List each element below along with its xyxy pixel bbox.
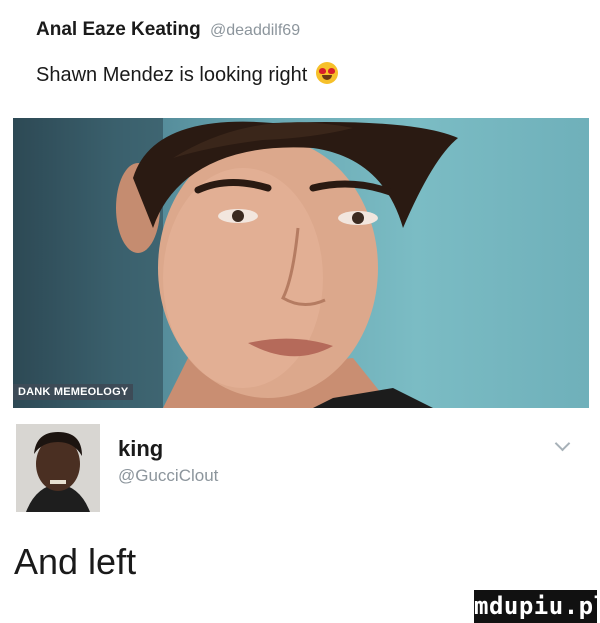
tweet-1: Anal Eaze Keating @deaddilf69 Shawn Mend… [0,0,600,118]
chevron-down-icon[interactable] [554,435,571,452]
tweet-1-photo[interactable]: DANK MEMEOLOGY [13,118,589,408]
tweet-1-author-handle[interactable]: @deaddilf69 [210,22,300,39]
dank-memeology-watermark: DANK MEMEOLOGY [13,384,134,400]
tweet-2-author-name[interactable]: king [118,436,163,462]
avatar[interactable] [16,424,100,512]
tweet-2-author-handle[interactable]: @GucciClout [118,466,218,486]
tweet-1-text-body: Shawn Mendez is looking right [36,64,308,86]
tweet-2-text: And left [14,541,137,582]
portrait-image [13,118,458,408]
tweet-1-text: Shawn Mendez is looking right [36,62,338,87]
heart-eyes-emoji-icon [315,62,338,84]
tweet-2: king @GucciClout And left mdupiu.pl [0,408,600,623]
site-watermark: mdupiu.pl [474,590,600,623]
tweet-1-header: Anal Eaze Keating @deaddilf69 [36,19,300,41]
tweet-1-author-name[interactable]: Anal Eaze Keating [36,19,201,40]
